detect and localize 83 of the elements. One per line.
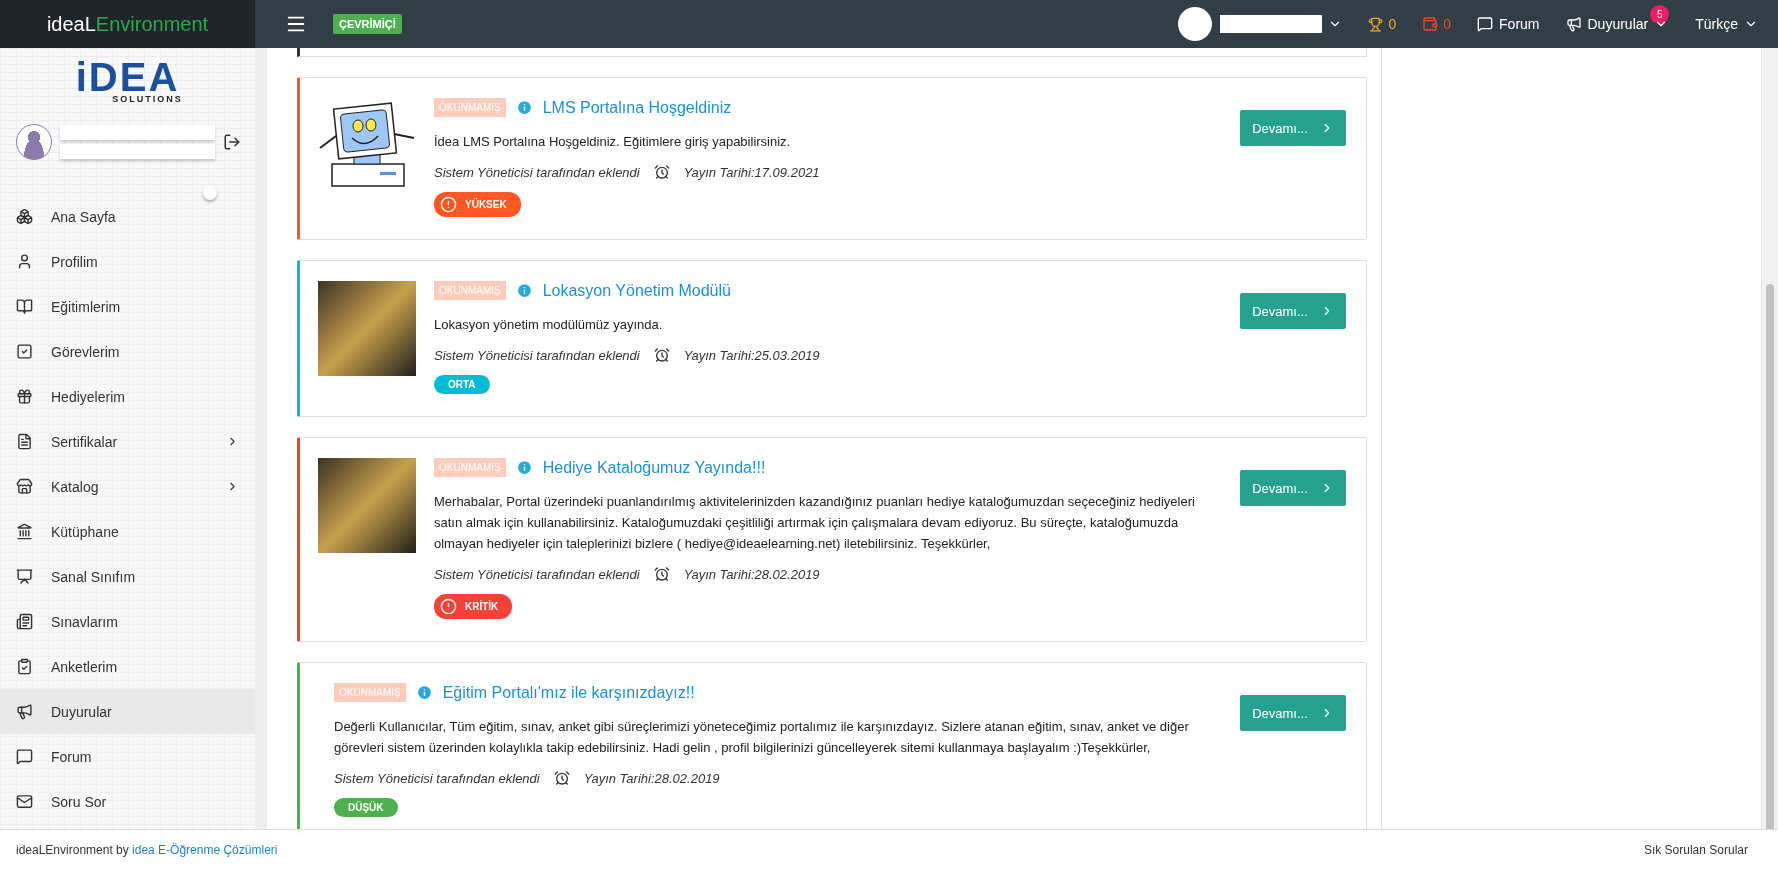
- announcement-text: Değerli Kullanıcılar, Tüm eğitim, sınav, anket gibi süreçlerimizi yöneteceğimiz portalımız ile karşınızdayız. Sizlere atanan eğitim, sınav, anket ve diğer görevleri sistem üzerinden kolaylıkla takip edebilirsiniz. Hadi gelin , profil bilgilerinizi güncelleyerek sitemi kullanmaya başlayalım :)Teşekkürler,: [334, 718, 1190, 757]
- wallet-icon: [1422, 16, 1439, 32]
- alarm-clock-icon: [653, 566, 670, 582]
- unread-badge: OKUNMAMIŞ: [334, 683, 406, 702]
- library-icon: [16, 523, 33, 540]
- publish-date: Yayın Tarihi:28.02.2019: [583, 770, 720, 786]
- publish-date: Yayın Tarihi:17.09.2021: [683, 164, 820, 180]
- sidebar-item[interactable]: Hediyelerim: [0, 374, 255, 419]
- megaphone-icon: [16, 703, 33, 720]
- boxes-icon: [16, 208, 33, 225]
- avatar-circle[interactable]: [1178, 7, 1213, 41]
- announcement-title[interactable]: Lokasyon Yönetim Modülü: [542, 281, 731, 300]
- sidebar-item[interactable]: Katalog: [0, 464, 255, 509]
- priority-badge: YÜKSEK: [434, 192, 521, 217]
- trophy-icon: [1368, 16, 1384, 32]
- sidebar-item[interactable]: Eğitimlerim: [0, 284, 255, 329]
- publish-date: Yayın Tarihi:25.03.2019: [683, 347, 820, 363]
- sidebar-item[interactable]: Profilim: [0, 239, 255, 284]
- sidebar-item[interactable]: Ana Sayfa: [0, 194, 255, 239]
- megaphone-icon: [1565, 16, 1582, 32]
- checkbox-icon: [16, 343, 33, 360]
- logout-icon[interactable]: [223, 133, 241, 151]
- user-avatar-icon: [16, 124, 52, 160]
- author-text: Sistem Yöneticisi tarafından eklendi: [334, 770, 540, 786]
- sidebar-item[interactable]: Forum: [0, 734, 255, 779]
- announcement-text: Lokasyon yönetim modülümüz yayında.: [434, 316, 664, 334]
- online-status-badge: ÇEVRİMİÇİ: [333, 14, 402, 34]
- sidebar-item[interactable]: Sınavlarım: [0, 599, 255, 644]
- sidebar-item[interactable]: Anketlerim: [0, 644, 255, 689]
- announcement-text: İdea LMS Portalına Hoşgeldiniz. Eğitimlere giriş yapabilirsiniz.: [434, 133, 792, 151]
- unread-badge: OKUNMAMIŞ: [434, 458, 506, 477]
- priority-badge: KRİTİK: [434, 594, 513, 619]
- notification-count-badge: 5: [1650, 4, 1670, 24]
- brand-logo-text: ideaL: [46, 12, 96, 36]
- alarm-clock-icon: [653, 164, 670, 180]
- author-text: Sistem Yöneticisi tarafından eklendi: [434, 164, 640, 180]
- alert-icon: [440, 196, 457, 213]
- chat-icon: [1477, 16, 1494, 32]
- company-logo-text: iDEA: [75, 60, 180, 94]
- author-text: Sistem Yöneticisi tarafından eklendi: [434, 347, 640, 363]
- priority-badge: DÜŞÜK: [334, 798, 398, 817]
- sidebar-item[interactable]: Duyurular: [0, 689, 255, 734]
- language-menu[interactable]: Türkçe: [1695, 16, 1758, 32]
- gift-icon: [16, 388, 33, 405]
- sidebar-item[interactable]: Soru Sor: [0, 779, 255, 824]
- sidebar-item[interactable]: Sertifikalar: [0, 419, 255, 464]
- faq-link[interactable]: Sık Sorulan Sorular: [1643, 843, 1748, 857]
- brand-logo-text: Environment: [95, 12, 209, 36]
- publish-date: Yayın Tarihi:28.02.2019: [683, 566, 820, 582]
- sidebar-item[interactable]: Sanal Sınıfım: [0, 554, 255, 599]
- info-icon: [515, 459, 533, 476]
- mail-icon: [16, 793, 33, 810]
- store-icon: [16, 478, 33, 495]
- user-icon: [16, 253, 33, 270]
- company-link[interactable]: idea E-Öğrenme Çözümleri: [132, 843, 278, 857]
- announcement-title[interactable]: LMS Portalına Hoşgeldiniz: [542, 98, 732, 117]
- sidebar-item[interactable]: Görevlerim: [0, 329, 255, 374]
- footer-text: ideaLEnvironment by idea E-Öğrenme Çözümleri: [16, 843, 279, 857]
- info-icon: [515, 282, 533, 299]
- papers-icon: [16, 613, 33, 630]
- clipboard-icon: [16, 658, 33, 675]
- forum-link[interactable]: Forum: [1477, 16, 1540, 32]
- book-icon: [16, 298, 33, 315]
- info-icon: [415, 684, 433, 701]
- presentation-icon: [16, 568, 33, 585]
- chat-icon: [16, 748, 33, 765]
- toggle-knob[interactable]: [203, 186, 217, 200]
- company-logo-subtitle: SOLUTIONS: [112, 94, 183, 104]
- sidebar-item[interactable]: Kütüphane: [0, 509, 255, 554]
- trophy-count[interactable]: 0: [1368, 16, 1397, 32]
- alert-icon: [440, 598, 457, 615]
- alarm-clock-icon: [553, 770, 570, 786]
- alarm-clock-icon: [653, 347, 670, 363]
- announcement-title[interactable]: Hediye Kataloğumuz Yayında!!!: [542, 458, 766, 477]
- announcement-text: Merhabalar, Portal üzerindeki puanlandırılmış aktivitelerinizden kazandığınız puanları hediye kataloğumuzdan seçeceğiniz hediyeleri satın almak için kullanabilirsiniz. Kataloğumuzdaki çeşitliliği artırmak için çalışmalara devam ediyoruz. Bu süreçte, kataloğumuzda olmayan hediyeler için taleplerinizi bizlere ( hediye@ideaelearning.net) iletebilirsiniz. Teşekkürler,: [434, 493, 1196, 553]
- author-text: Sistem Yöneticisi tarafından eklendi: [434, 566, 640, 582]
- announcement-title[interactable]: Eğitim Portalı'mız ile karşınızdayız!!: [442, 683, 695, 702]
- unread-badge: OKUNMAMIŞ: [434, 281, 506, 300]
- scrollbar[interactable]: [1761, 48, 1778, 829]
- unread-badge: OKUNMAMIŞ: [434, 98, 506, 117]
- document-icon: [16, 433, 33, 450]
- info-icon: [515, 99, 533, 116]
- priority-badge: ORTA: [434, 375, 490, 394]
